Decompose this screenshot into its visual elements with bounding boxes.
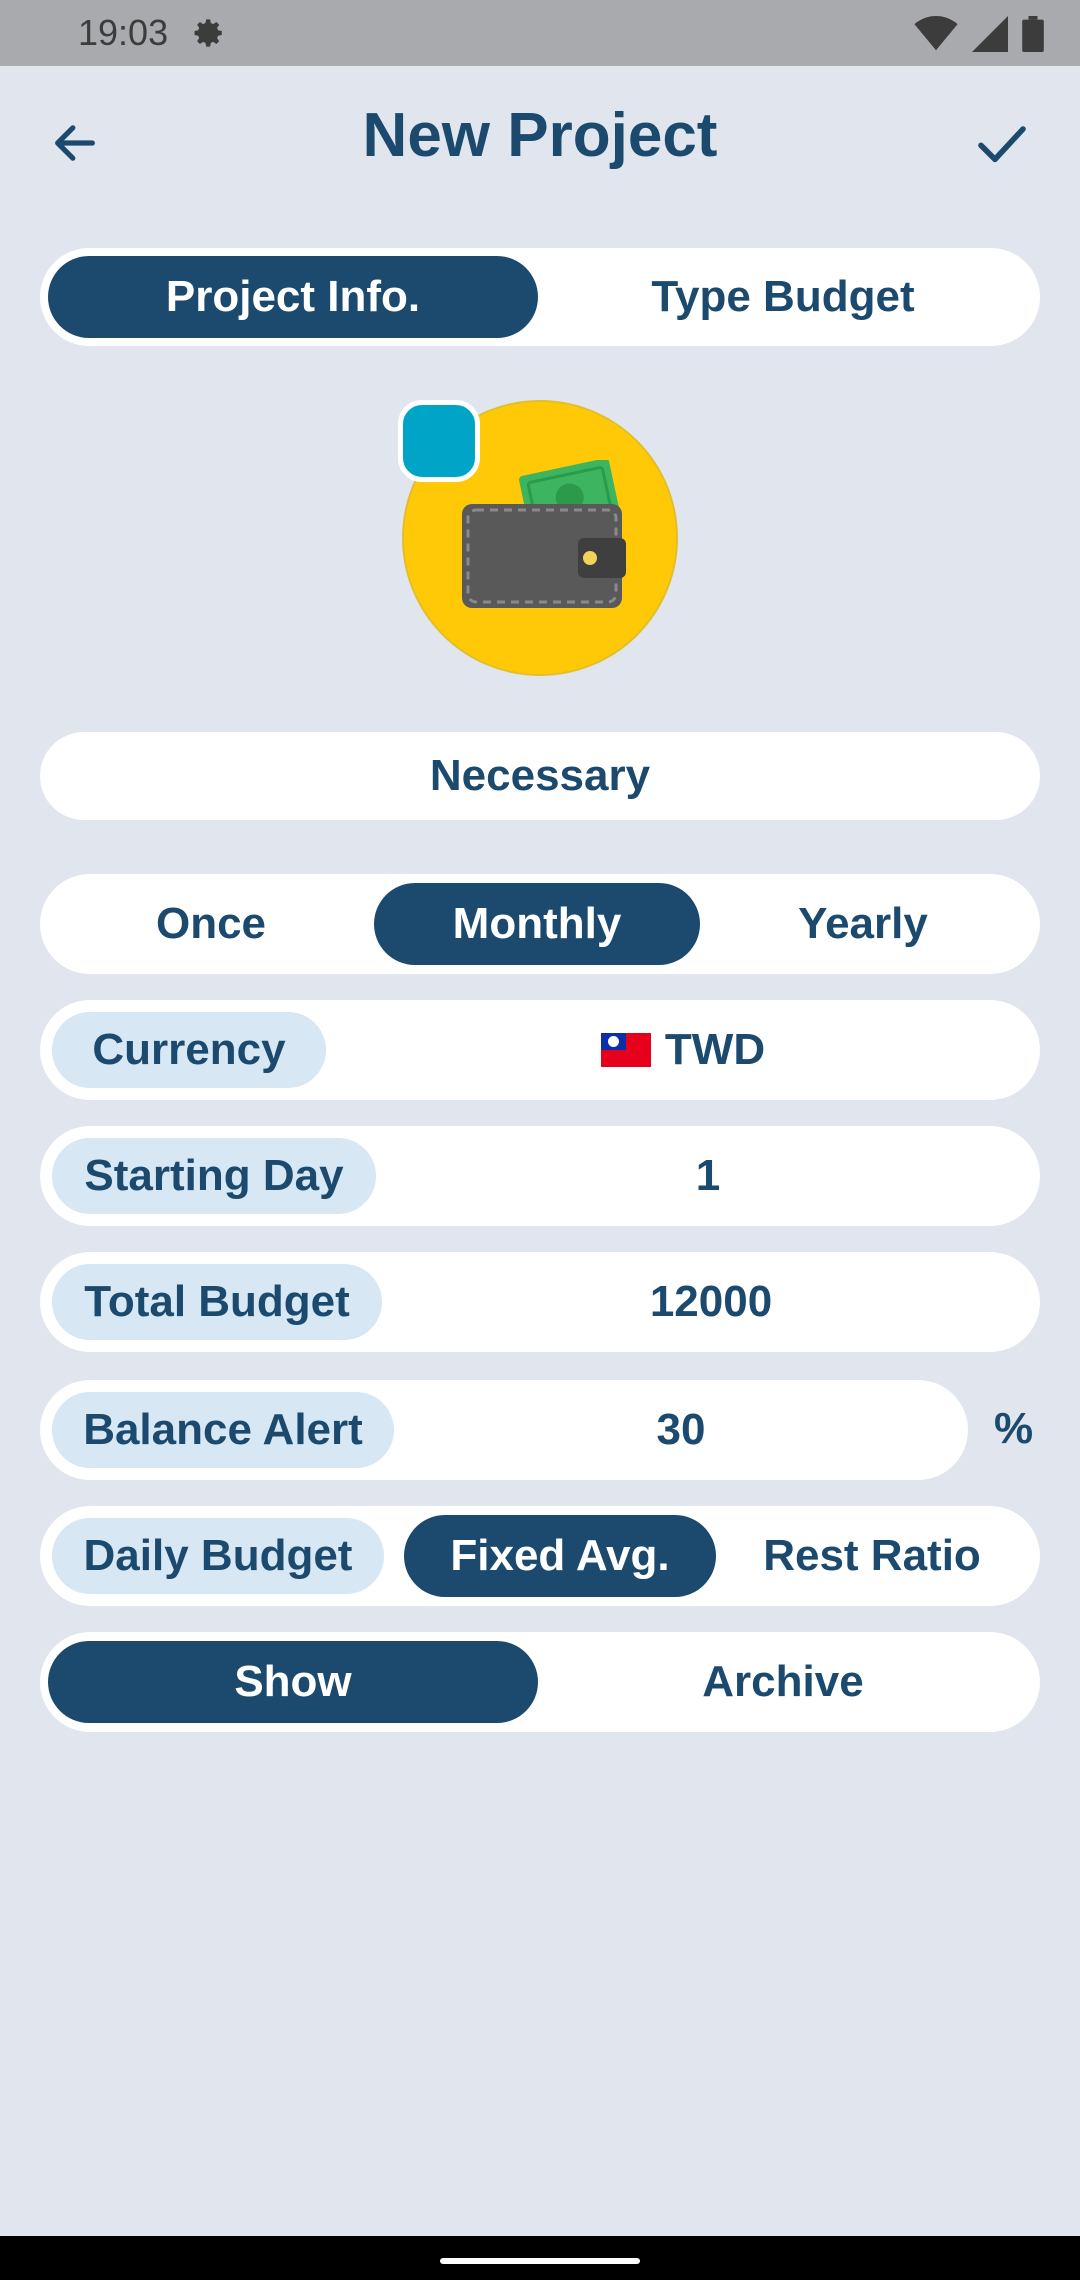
project-icon-picker[interactable] xyxy=(398,400,678,676)
battery-icon xyxy=(1022,16,1044,52)
total-budget-label: Total Budget xyxy=(52,1264,382,1340)
project-name-field[interactable]: Necessary xyxy=(40,732,1040,820)
daily-budget-fixed-avg[interactable]: Fixed Avg. xyxy=(404,1515,716,1597)
wallet-icon xyxy=(462,460,626,608)
system-navigation-bar xyxy=(0,2236,1080,2280)
status-bar: 19:03 xyxy=(0,0,1080,66)
daily-budget-row: Daily Budget Fixed Avg. Rest Ratio xyxy=(40,1506,1040,1606)
checkmark-icon xyxy=(978,126,1026,163)
starting-day-value[interactable]: 1 xyxy=(376,1151,1040,1201)
frequency-yearly[interactable]: Yearly xyxy=(700,883,1026,965)
balance-alert-row: Balance Alert 30 xyxy=(40,1380,968,1480)
starting-day-row: Starting Day 1 xyxy=(40,1126,1040,1226)
project-tabs: Project Info. Type Budget xyxy=(40,248,1040,346)
currency-row[interactable]: Currency TWD xyxy=(40,1000,1040,1100)
taiwan-flag-icon xyxy=(600,1033,651,1067)
balance-alert-value[interactable]: 30 xyxy=(394,1405,968,1455)
frequency-once[interactable]: Once xyxy=(48,883,374,965)
currency-code: TWD xyxy=(664,1025,766,1074)
balance-alert-label: Balance Alert xyxy=(52,1392,394,1468)
status-icons xyxy=(914,16,1044,52)
frequency-selector: Once Monthly Yearly xyxy=(40,874,1040,974)
total-budget-value[interactable]: 12000 xyxy=(382,1277,1040,1327)
percent-unit: % xyxy=(994,1404,1034,1453)
cellular-signal-icon xyxy=(972,16,1008,52)
wifi-icon xyxy=(914,16,958,51)
top-app-bar: New Project xyxy=(0,66,1080,216)
confirm-button[interactable] xyxy=(964,108,1040,178)
total-budget-row: Total Budget 12000 xyxy=(40,1252,1040,1352)
color-badge[interactable] xyxy=(398,400,480,482)
settings-gear-icon xyxy=(194,19,222,47)
currency-value[interactable]: TWD xyxy=(326,1025,1040,1075)
frequency-monthly[interactable]: Monthly xyxy=(374,883,700,965)
visibility-selector: Show Archive xyxy=(40,1632,1040,1732)
status-time: 19:03 xyxy=(78,12,169,53)
tab-type-budget[interactable]: Type Budget xyxy=(538,256,1028,338)
tab-project-info[interactable]: Project Info. xyxy=(48,256,538,338)
visibility-show[interactable]: Show xyxy=(48,1641,538,1723)
currency-label: Currency xyxy=(52,1012,326,1088)
starting-day-label: Starting Day xyxy=(52,1138,376,1214)
page-title: New Project xyxy=(362,101,718,170)
home-gesture-handle[interactable] xyxy=(440,2258,640,2264)
daily-budget-rest-ratio[interactable]: Rest Ratio xyxy=(716,1515,1028,1597)
daily-budget-label: Daily Budget xyxy=(52,1518,384,1594)
visibility-archive[interactable]: Archive xyxy=(538,1641,1028,1723)
